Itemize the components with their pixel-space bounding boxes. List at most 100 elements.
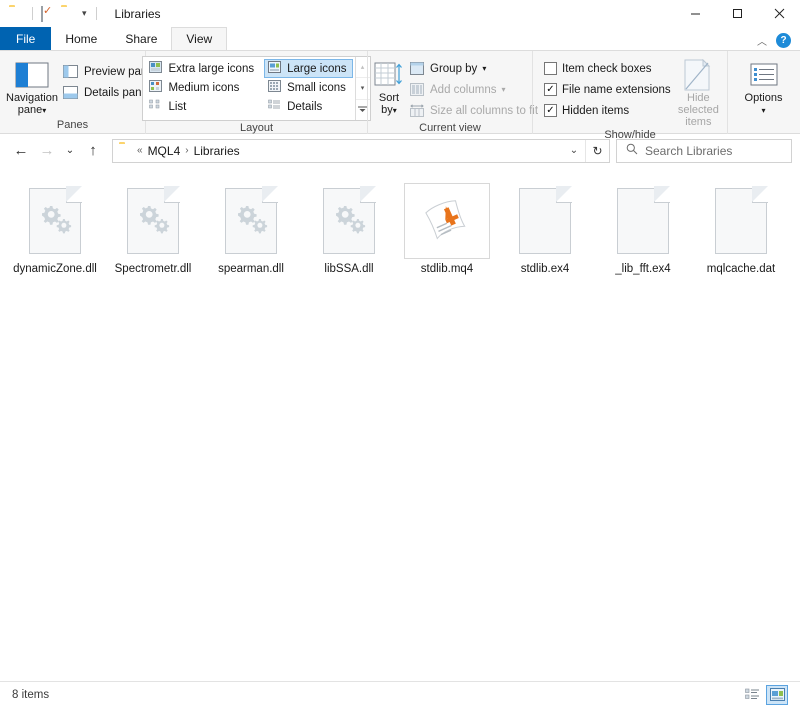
chevron-down-icon[interactable]: ▾ (393, 106, 397, 115)
navigation-pane-icon (15, 58, 49, 92)
back-button[interactable]: ← (8, 138, 34, 164)
file-name-extensions-label: File name extensions (562, 83, 671, 96)
recent-locations-button[interactable]: ⌄ (60, 138, 80, 164)
chevron-down-icon[interactable]: ▾ (81, 9, 88, 18)
search-box[interactable]: Search Libraries (616, 138, 792, 163)
breadcrumb-libraries[interactable]: Libraries (190, 144, 244, 158)
item-check-boxes-option[interactable]: Item check boxes (539, 58, 676, 79)
medium-icons-icon (149, 80, 163, 95)
tab-home[interactable]: Home (51, 27, 111, 50)
tab-view[interactable]: View (171, 27, 228, 50)
small-icons-icon (268, 80, 282, 95)
file-icon-tile (404, 183, 490, 259)
address-field-right: ⌄ ↻ (563, 139, 609, 162)
list-icon (149, 99, 162, 114)
item-check-boxes-label: Item check boxes (562, 62, 652, 75)
options-button[interactable]: Options ▾ (734, 55, 793, 117)
address-dropdown-button[interactable]: ⌄ (563, 140, 585, 162)
checkbox-unchecked-icon[interactable] (544, 62, 557, 75)
sort-by-label: Sort by▾ (379, 92, 399, 117)
file-name: stdlib.ex4 (520, 263, 570, 275)
layout-option-label: List (168, 100, 187, 113)
ribbon: Navigation pane▾ Preview pane Details pa… (0, 50, 800, 141)
checkbox-checked-icon[interactable]: ✓ (544, 83, 557, 96)
dll-gears-icon (323, 186, 376, 254)
file-item[interactable]: Spectrometr.dll (104, 177, 202, 287)
current-view-options: Group by ▾ Add columns ▾ Size all column… (404, 55, 543, 121)
layout-gallery-columns: Extra large icons Medium icons List Larg… (143, 57, 354, 120)
refresh-button[interactable]: ↻ (585, 139, 609, 162)
title-bar: ▾ Libraries (0, 0, 800, 27)
tab-file[interactable]: File (0, 27, 52, 50)
help-icon[interactable]: ? (776, 33, 791, 48)
details-view-button[interactable] (741, 685, 763, 705)
new-folder-icon[interactable] (61, 7, 76, 21)
file-icon-tile (306, 183, 392, 259)
search-input[interactable]: Search Libraries (645, 144, 732, 158)
sort-by-button[interactable]: Sort by▾ (374, 55, 404, 117)
layout-gallery: Extra large icons Medium icons List Larg… (142, 56, 371, 121)
details-icon (268, 99, 281, 114)
file-icon-tile (698, 183, 784, 259)
group-by-button[interactable]: Group by ▾ (404, 58, 543, 79)
hidden-items-option[interactable]: ✓ Hidden items (539, 100, 676, 121)
group-label-panes: Panes (56, 119, 89, 131)
options-text: Options (744, 92, 783, 104)
up-button[interactable]: ↑ (80, 138, 106, 164)
collapse-ribbon-icon[interactable]: ︿ (757, 33, 767, 48)
breadcrumb-prefix[interactable]: « (136, 145, 144, 156)
window-controls (674, 0, 800, 27)
breadcrumb-mql4[interactable]: MQL4 (144, 144, 185, 158)
layout-option-label: Medium icons (168, 81, 240, 94)
large-icons-view-button[interactable] (766, 684, 788, 705)
qat-divider-2 (95, 7, 97, 20)
maximize-button[interactable] (716, 0, 758, 27)
properties-icon[interactable] (41, 5, 56, 22)
hide-sel-line2: items (685, 116, 712, 128)
add-columns-label: Add columns (430, 83, 497, 96)
large-icons-icon (268, 61, 282, 76)
ribbon-group-layout: Extra large icons Medium icons List Larg… (142, 51, 371, 134)
layout-small-icons[interactable]: Small icons (264, 78, 352, 97)
chevron-down-icon[interactable]: ▾ (42, 106, 46, 115)
file-item[interactable]: mqlcache.dat (692, 177, 790, 287)
details-pane-icon (63, 85, 79, 101)
file-list-area[interactable]: dynamicZone.dll Spectrometr.dll spearman… (0, 167, 800, 681)
file-item[interactable]: dynamicZone.dll (6, 177, 104, 287)
folder-icon (119, 144, 134, 158)
size-columns-icon (409, 103, 425, 119)
file-grid: dynamicZone.dll Spectrometr.dll spearman… (0, 167, 800, 287)
file-name-extensions-option[interactable]: ✓ File name extensions (539, 79, 676, 100)
mq4-metatrader-icon (425, 200, 466, 240)
address-field[interactable]: « MQL4 › Libraries ⌄ ↻ (112, 138, 610, 163)
nav-pane-line1: Navigation (6, 92, 58, 104)
item-count: 8 items (12, 688, 50, 701)
file-icon-tile (600, 183, 686, 259)
preview-pane-icon (63, 64, 79, 80)
layout-large-icons[interactable]: Large icons (264, 59, 353, 78)
layout-extra-large-icons[interactable]: Extra large icons (145, 59, 260, 78)
group-label-current-view: Current view (419, 122, 481, 134)
layout-list[interactable]: List (145, 97, 260, 116)
chevron-down-icon[interactable]: ▾ (482, 64, 486, 73)
folder-icon[interactable] (9, 7, 24, 21)
file-item[interactable]: spearman.dll (202, 177, 300, 287)
blank-page-icon (519, 186, 572, 254)
show-hide-checkboxes: Item check boxes ✓ File name extensions … (539, 55, 676, 121)
minimize-button[interactable] (674, 0, 716, 27)
file-item[interactable]: stdlib.ex4 (496, 177, 594, 287)
tab-strip-right: ︿ ? (757, 33, 800, 50)
breadcrumb: « MQL4 › Libraries (113, 144, 244, 158)
file-name: stdlib.mq4 (420, 263, 474, 275)
layout-details[interactable]: Details (264, 97, 352, 116)
file-item[interactable]: stdlib.mq4 (398, 177, 496, 287)
navigation-pane-button[interactable]: Navigation pane▾ (6, 55, 58, 117)
file-item[interactable]: libSSA.dll (300, 177, 398, 287)
chevron-down-icon[interactable]: ▾ (761, 106, 765, 115)
close-button[interactable] (758, 0, 800, 27)
file-item[interactable]: _lib_fft.ex4 (594, 177, 692, 287)
tab-share[interactable]: Share (111, 27, 171, 50)
layout-medium-icons[interactable]: Medium icons (145, 78, 260, 97)
file-icon-tile (12, 183, 98, 259)
checkbox-checked-icon[interactable]: ✓ (544, 104, 557, 117)
